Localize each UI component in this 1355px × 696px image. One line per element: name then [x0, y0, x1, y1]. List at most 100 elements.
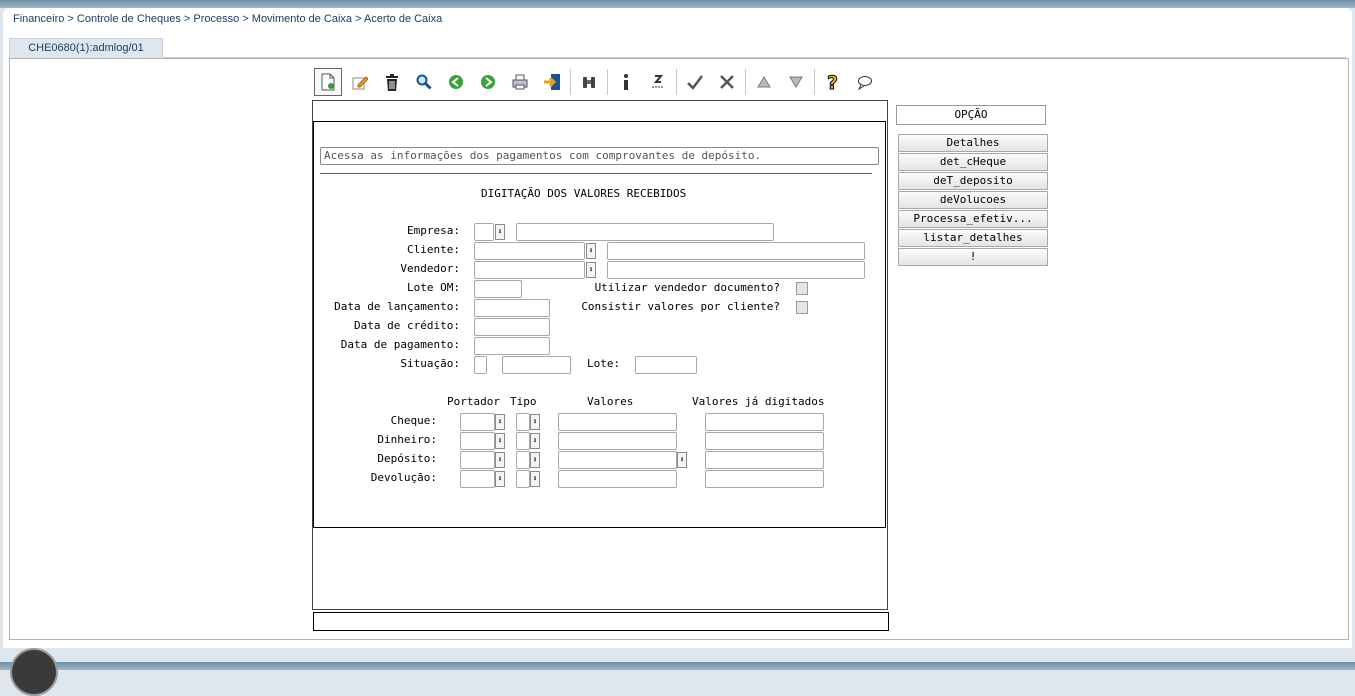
chevron-down-icon: ⬇: [497, 455, 503, 464]
devolucao-portador-field[interactable]: [460, 470, 495, 488]
deposito-valor-dropdown[interactable]: ⬇: [677, 452, 687, 468]
devolucao-valor-digitado-field[interactable]: [705, 470, 824, 488]
devolucoes-button[interactable]: deVolucoes: [898, 191, 1048, 209]
cheque-portador-dropdown[interactable]: ⬇: [495, 414, 505, 430]
det-deposito-button[interactable]: deT_deposito: [898, 172, 1048, 190]
situacao-field[interactable]: [502, 356, 571, 374]
taskbar-button[interactable]: [10, 648, 58, 696]
deposito-portador-field[interactable]: [460, 451, 495, 469]
divider: [320, 173, 872, 174]
devolucao-portador-dropdown[interactable]: ⬇: [495, 471, 505, 487]
chevron-down-icon: ⬇: [679, 455, 685, 464]
label-consistir-valores: Consistir valores por cliente?: [581, 300, 780, 313]
data-lancamento-field[interactable]: [474, 299, 550, 317]
cliente-name-field[interactable]: [607, 242, 865, 260]
chevron-down-icon: ⬇: [497, 227, 503, 236]
header-portador: Portador: [447, 395, 500, 408]
confirm-icon[interactable]: [681, 68, 709, 96]
header-tipo: Tipo: [510, 395, 537, 408]
vendedor-name-field[interactable]: [607, 261, 865, 279]
devolucao-tipo-dropdown[interactable]: ⬇: [530, 471, 540, 487]
data-credito-field[interactable]: [474, 318, 550, 336]
breadcrumb: Financeiro > Controle de Cheques > Proce…: [13, 13, 443, 25]
help-icon[interactable]: ?: [819, 68, 847, 96]
svg-text:?: ?: [827, 72, 838, 92]
comment-icon[interactable]: [851, 68, 879, 96]
empresa-field[interactable]: [474, 223, 494, 241]
chevron-down-icon: ⬇: [532, 417, 538, 426]
cliente-field[interactable]: [474, 242, 585, 260]
deposito-tipo-dropdown[interactable]: ⬇: [530, 452, 540, 468]
deposito-valor-digitado-field[interactable]: [705, 451, 824, 469]
dinheiro-tipo-field[interactable]: [516, 432, 530, 450]
label-data-pagamento: Data de pagamento:: [340, 338, 460, 351]
empresa-name-field[interactable]: [516, 223, 774, 241]
edit-icon[interactable]: [346, 68, 374, 96]
data-pagamento-field[interactable]: [474, 337, 550, 355]
label-cliente: Cliente:: [407, 243, 460, 256]
print-icon[interactable]: [506, 68, 534, 96]
devolucao-tipo-field[interactable]: [516, 470, 530, 488]
dinheiro-tipo-dropdown[interactable]: ⬇: [530, 433, 540, 449]
vendedor-dropdown[interactable]: ⬇: [586, 262, 596, 278]
listar-detalhes-button[interactable]: listar_detalhes: [898, 229, 1048, 247]
cheque-tipo-dropdown[interactable]: ⬇: [530, 414, 540, 430]
label-vendedor: Vendedor:: [400, 262, 460, 275]
situacao-code-field[interactable]: [474, 356, 487, 374]
cheque-portador-field[interactable]: [460, 413, 495, 431]
deposito-valor-field[interactable]: [558, 451, 677, 469]
dinheiro-portador-dropdown[interactable]: ⬇: [495, 433, 505, 449]
utilizar-vendedor-checkbox[interactable]: [796, 282, 808, 295]
deposito-tipo-field[interactable]: [516, 451, 530, 469]
label-deposito: Depósito:: [377, 452, 437, 465]
consistir-valores-checkbox[interactable]: [796, 301, 808, 314]
search-icon[interactable]: [410, 68, 438, 96]
empresa-dropdown[interactable]: ⬇: [495, 224, 505, 240]
dinheiro-portador-field[interactable]: [460, 432, 495, 450]
deposito-portador-dropdown[interactable]: ⬇: [495, 452, 505, 468]
label-lote: Lote:: [587, 357, 621, 370]
detalhes-button[interactable]: Detalhes: [898, 134, 1048, 152]
form-area: Acessa as informações dos pagamentos com…: [313, 121, 886, 528]
previous-icon[interactable]: [442, 68, 470, 96]
cheque-valor-field[interactable]: [558, 413, 677, 431]
cliente-dropdown[interactable]: ⬇: [586, 243, 596, 259]
header-valores: Valores: [587, 395, 634, 408]
toolbar-separator: [607, 69, 608, 95]
cancel-icon[interactable]: [713, 68, 741, 96]
tab-bar: CHE0680(1):admlog/01: [9, 38, 1346, 58]
exit-icon[interactable]: [538, 68, 566, 96]
last-record-icon[interactable]: [782, 68, 810, 96]
dinheiro-valor-digitado-field[interactable]: [705, 432, 824, 450]
header-valores-digitados: Valores já digitados: [692, 395, 825, 408]
cheque-valor-digitado-field[interactable]: [705, 413, 824, 431]
dinheiro-valor-field[interactable]: [558, 432, 677, 450]
devolucao-valor-field[interactable]: [558, 470, 677, 488]
info-icon[interactable]: [612, 68, 640, 96]
lote-field[interactable]: [635, 356, 697, 374]
label-data-credito: Data de crédito:: [354, 319, 460, 332]
first-record-icon[interactable]: [750, 68, 778, 96]
tab-che0680[interactable]: CHE0680(1):admlog/01: [9, 38, 163, 58]
sort-icon[interactable]: [644, 68, 672, 96]
toolbar-separator: [570, 69, 571, 95]
next-icon[interactable]: [474, 68, 502, 96]
new-record-icon[interactable]: [314, 68, 342, 96]
binoculars-icon[interactable]: [575, 68, 603, 96]
status-bar: [313, 612, 889, 631]
lote-om-field[interactable]: [474, 280, 522, 298]
chevron-down-icon: ⬇: [497, 436, 503, 445]
toolbar-separator: [814, 69, 815, 95]
toolbar-separator: [676, 69, 677, 95]
label-utilizar-vendedor: Utilizar vendedor documento?: [594, 281, 780, 294]
form-title: DIGITAÇÃO DOS VALORES RECEBIDOS: [481, 187, 687, 200]
cheque-tipo-field[interactable]: [516, 413, 530, 431]
processa-efetiv-button[interactable]: Processa_efetiv...: [898, 210, 1048, 228]
det-cheque-button[interactable]: det_cHeque: [898, 153, 1048, 171]
exclamation-button[interactable]: !: [898, 248, 1048, 266]
chevron-down-icon: ⬇: [497, 474, 503, 483]
vendedor-field[interactable]: [474, 261, 585, 279]
delete-icon[interactable]: [378, 68, 406, 96]
chevron-down-icon: ⬇: [532, 436, 538, 445]
toolbar-separator: [745, 69, 746, 95]
